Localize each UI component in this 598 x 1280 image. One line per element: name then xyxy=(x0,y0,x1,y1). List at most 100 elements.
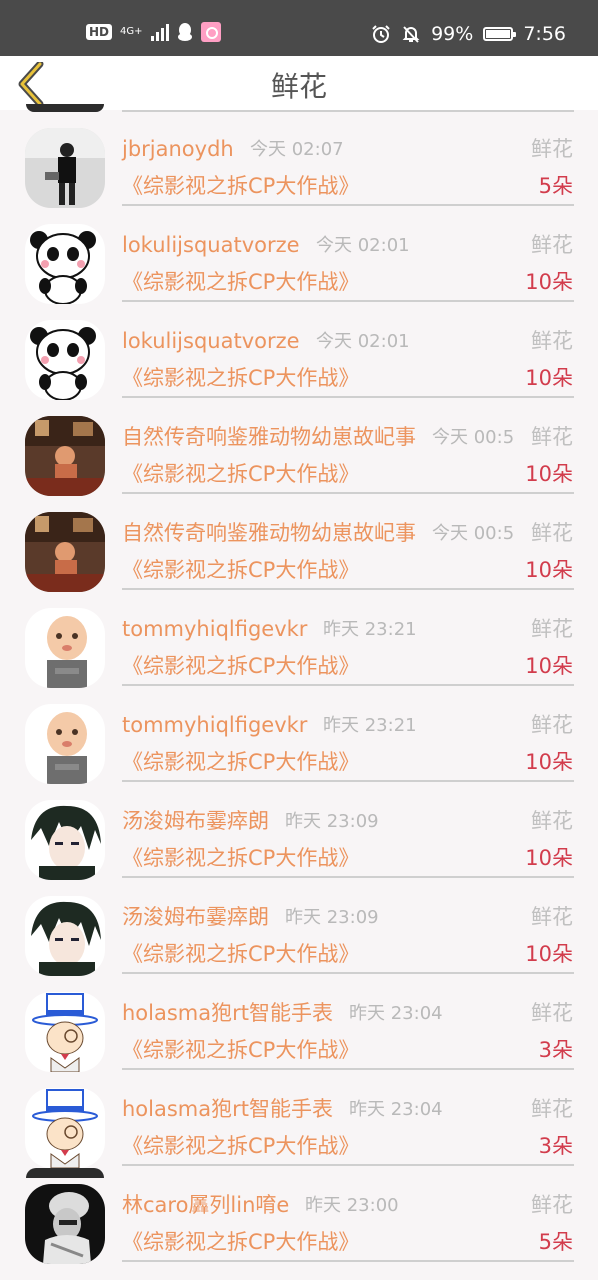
gift-count: 5朵 xyxy=(538,174,573,198)
timestamp: 昨天 23:04 xyxy=(349,1003,443,1024)
photo-avatar[interactable] xyxy=(25,128,105,208)
gift-type: 鲜花 xyxy=(531,1001,573,1025)
username[interactable]: tommyhiqlfigevkr xyxy=(122,712,307,738)
gift-type: 鲜花 xyxy=(531,905,573,929)
book-title[interactable]: 《综影视之拆CP大作战》 xyxy=(122,172,359,200)
record-row[interactable]: 汤浚姆布霎瘁朗 昨天 23:09 鲜花 《综影视之拆CP大作战》 10朵 xyxy=(0,782,598,880)
signal-icon xyxy=(150,23,169,41)
camera-app-icon xyxy=(200,22,221,42)
clock: 7:56 xyxy=(523,23,566,45)
alarm-icon xyxy=(372,25,390,43)
qq-icon xyxy=(177,23,192,41)
cafe-avatar-image xyxy=(25,416,105,496)
timestamp: 今天 02:01 xyxy=(316,331,410,352)
baby-avatar[interactable] xyxy=(25,608,105,688)
record-row[interactable]: 自然传奇响鉴雅动物幼崽故屺事 今天 00:5 鲜花 《综影视之拆CP大作战》 1… xyxy=(0,398,598,496)
timestamp: 昨天 23:09 xyxy=(285,907,379,928)
header-bar: 鲜花 xyxy=(0,56,598,110)
gift-type: 鲜花 xyxy=(531,521,573,545)
kid-hat-avatar[interactable] xyxy=(25,992,105,1072)
username[interactable]: jbrjanoydh xyxy=(122,136,234,162)
gift-count: 10朵 xyxy=(525,558,573,582)
anime-avatar-image xyxy=(25,896,105,976)
status-bar: HD 4G+ 99% 7:56 xyxy=(0,0,598,56)
book-title[interactable]: 《综影视之拆CP大作战》 xyxy=(122,268,359,296)
bw-avatar-image xyxy=(25,1184,105,1264)
username[interactable]: 林caro羼列lin唷e xyxy=(122,1192,289,1218)
divider xyxy=(122,1260,574,1262)
record-row[interactable]: holasma狍rt智能手表 昨天 23:04 鲜花 《综影视之拆CP大作战》 … xyxy=(0,974,598,1072)
gift-count: 10朵 xyxy=(525,750,573,774)
gift-type: 鲜花 xyxy=(531,137,573,161)
username[interactable]: 自然传奇响鉴雅动物幼崽故屺事 xyxy=(122,424,416,450)
gift-type: 鲜花 xyxy=(531,329,573,353)
book-title[interactable]: 《综影视之拆CP大作战》 xyxy=(122,748,359,776)
book-title[interactable]: 《综影视之拆CP大作战》 xyxy=(122,1228,359,1256)
gift-count: 10朵 xyxy=(525,270,573,294)
gift-count: 10朵 xyxy=(525,846,573,870)
panda-avatar[interactable] xyxy=(25,320,105,400)
timestamp: 今天 00:5 xyxy=(432,523,515,544)
cafe-avatar[interactable] xyxy=(25,512,105,592)
hd-icon: HD xyxy=(86,24,113,40)
kid-hat-avatar-image xyxy=(25,992,105,1072)
book-title[interactable]: 《综影视之拆CP大作战》 xyxy=(122,364,359,392)
book-title[interactable]: 《综影视之拆CP大作战》 xyxy=(122,460,359,488)
cafe-avatar[interactable] xyxy=(25,416,105,496)
kid-hat-avatar[interactable] xyxy=(25,1088,105,1168)
record-row[interactable]: 林caro羼列lin唷e 昨天 23:00 鲜花 《综影视之拆CP大作战》 5朵 xyxy=(0,1166,598,1264)
record-row[interactable]: jbrjanoydh 今天 02:07 鲜花 《综影视之拆CP大作战》 5朵 xyxy=(0,110,598,208)
gift-type: 鲜花 xyxy=(531,809,573,833)
record-row[interactable]: lokulijsquatvorze 今天 02:01 鲜花 《综影视之拆CP大作… xyxy=(0,302,598,400)
username[interactable]: 汤浚姆布霎瘁朗 xyxy=(122,808,269,834)
timestamp: 今天 02:07 xyxy=(250,139,344,160)
baby-avatar[interactable] xyxy=(25,704,105,784)
username[interactable]: lokulijsquatvorze xyxy=(122,328,300,354)
record-row[interactable]: holasma狍rt智能手表 昨天 23:04 鲜花 《综影视之拆CP大作战》 … xyxy=(0,1070,598,1168)
gift-count: 10朵 xyxy=(525,654,573,678)
record-row[interactable]: tommyhiqlfigevkr 昨天 23:21 鲜花 《综影视之拆CP大作战… xyxy=(0,590,598,688)
record-row[interactable]: 自然传奇响鉴雅动物幼崽故屺事 今天 00:5 鲜花 《综影视之拆CP大作战》 1… xyxy=(0,494,598,592)
username[interactable]: lokulijsquatvorze xyxy=(122,232,300,258)
book-title[interactable]: 《综影视之拆CP大作战》 xyxy=(122,556,359,584)
timestamp: 今天 02:01 xyxy=(316,235,410,256)
gift-count: 3朵 xyxy=(538,1134,573,1158)
mute-bell-icon xyxy=(402,26,420,43)
username[interactable]: holasma狍rt智能手表 xyxy=(122,1096,333,1122)
book-title[interactable]: 《综影视之拆CP大作战》 xyxy=(122,1036,359,1064)
photo-avatar-image xyxy=(25,128,105,208)
gift-count: 10朵 xyxy=(525,942,573,966)
timestamp: 昨天 23:21 xyxy=(323,715,417,736)
kid-hat-avatar-image xyxy=(25,1088,105,1168)
gift-type: 鲜花 xyxy=(531,713,573,737)
username[interactable]: tommyhiqlfigevkr xyxy=(122,616,307,642)
gift-count: 10朵 xyxy=(525,462,573,486)
baby-avatar-image xyxy=(25,608,105,688)
battery-icon xyxy=(483,27,517,41)
book-title[interactable]: 《综影视之拆CP大作战》 xyxy=(122,1132,359,1160)
book-title[interactable]: 《综影视之拆CP大作战》 xyxy=(122,652,359,680)
timestamp: 昨天 23:04 xyxy=(349,1099,443,1120)
book-title[interactable]: 《综影视之拆CP大作战》 xyxy=(122,940,359,968)
record-row[interactable]: lokulijsquatvorze 今天 02:01 鲜花 《综影视之拆CP大作… xyxy=(0,206,598,304)
cafe-avatar-image xyxy=(25,512,105,592)
timestamp: 昨天 23:09 xyxy=(285,811,379,832)
record-row[interactable]: tommyhiqlfigevkr 昨天 23:21 鲜花 《综影视之拆CP大作战… xyxy=(0,686,598,784)
record-row[interactable]: 汤浚姆布霎瘁朗 昨天 23:09 鲜花 《综影视之拆CP大作战》 10朵 xyxy=(0,878,598,976)
gift-count: 10朵 xyxy=(525,366,573,390)
gift-type: 鲜花 xyxy=(531,1097,573,1121)
timestamp: 昨天 23:00 xyxy=(305,1195,399,1216)
anime-avatar[interactable] xyxy=(25,896,105,976)
username[interactable]: 汤浚姆布霎瘁朗 xyxy=(122,904,269,930)
status-left-icons: HD 4G+ xyxy=(86,22,221,42)
battery-percent: 99% xyxy=(431,23,474,45)
panda-avatar[interactable] xyxy=(25,224,105,304)
username[interactable]: holasma狍rt智能手表 xyxy=(122,1000,333,1026)
book-title[interactable]: 《综影视之拆CP大作战》 xyxy=(122,844,359,872)
gift-type: 鲜花 xyxy=(531,617,573,641)
bw-avatar[interactable] xyxy=(25,1184,105,1264)
page-title: 鲜花 xyxy=(270,70,327,103)
baby-avatar-image xyxy=(25,704,105,784)
username[interactable]: 自然传奇响鉴雅动物幼崽故屺事 xyxy=(122,520,416,546)
anime-avatar[interactable] xyxy=(25,800,105,880)
